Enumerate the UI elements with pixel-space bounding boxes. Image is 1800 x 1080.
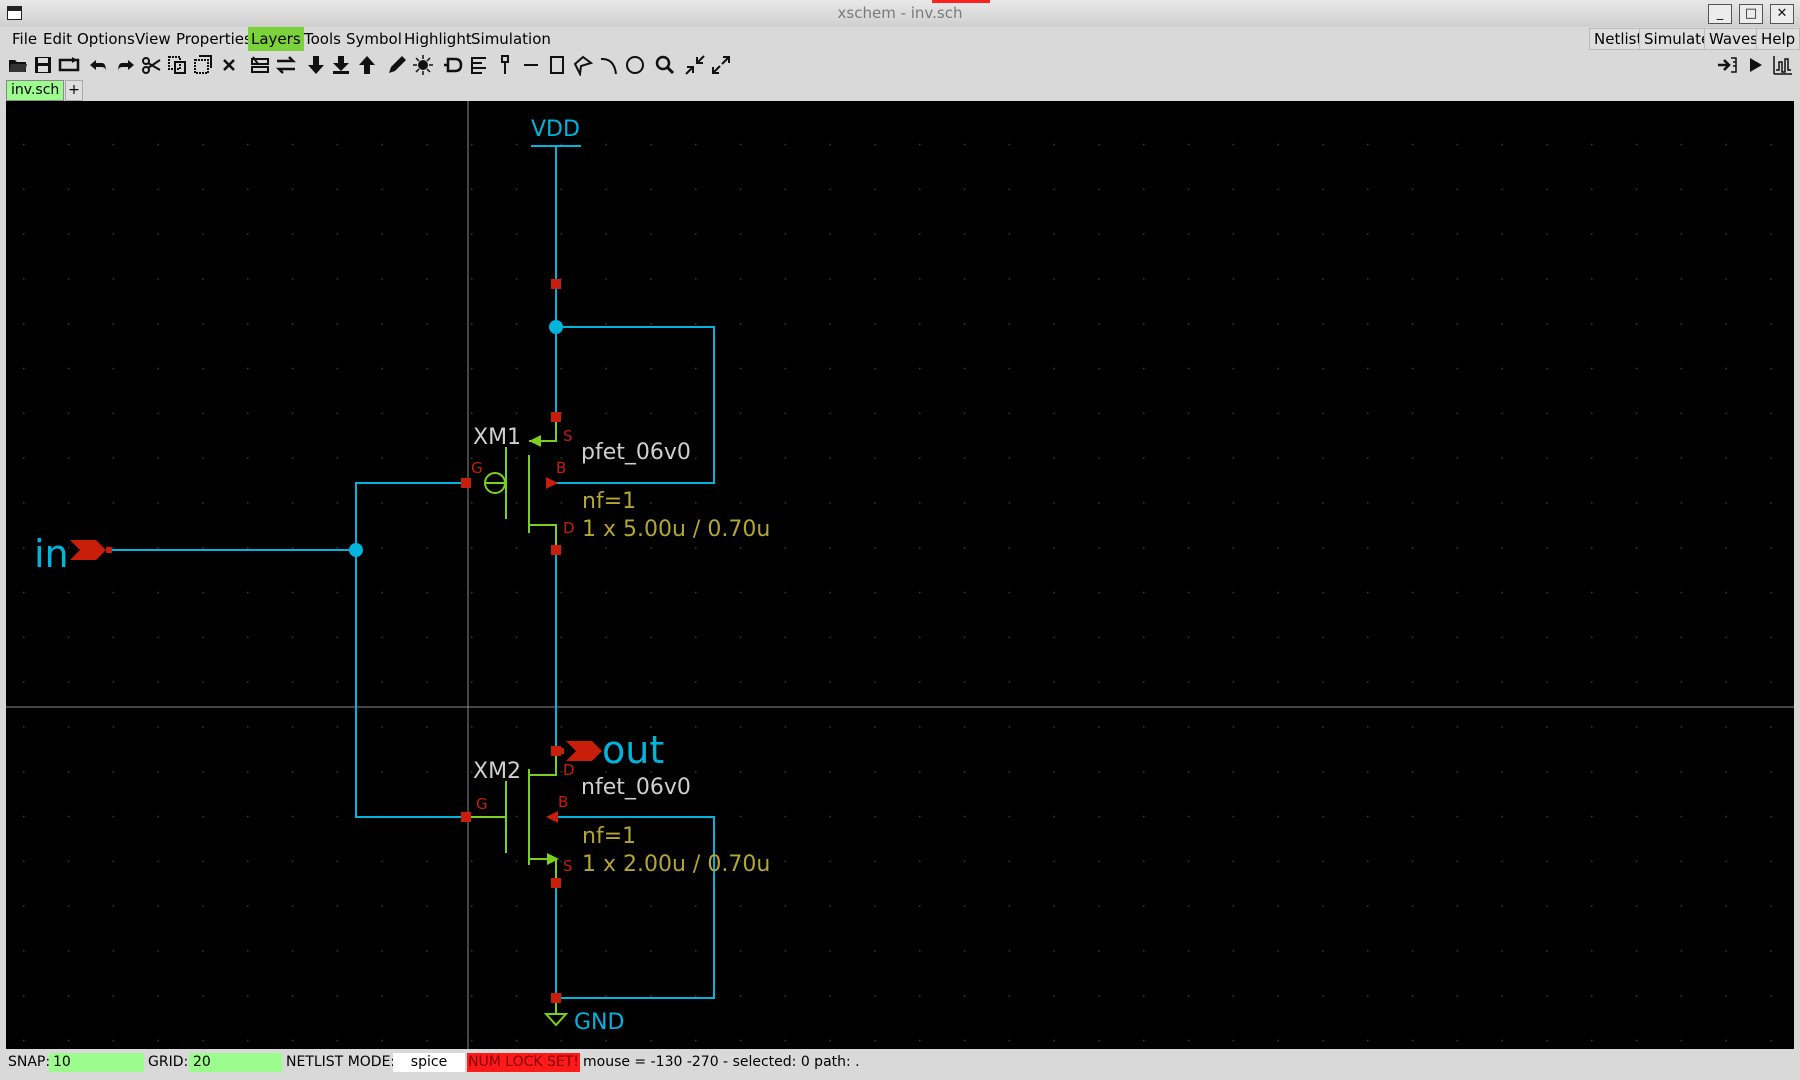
netlist-mode-label: NETLIST MODE: bbox=[286, 1054, 396, 1070]
reload-icon[interactable] bbox=[58, 54, 80, 76]
xm1-pin-s: S bbox=[563, 427, 573, 445]
duplicate-icon[interactable] bbox=[192, 54, 214, 76]
gnd-pin-square bbox=[551, 993, 561, 1003]
numlock-warning: NUM LOCK SET! bbox=[467, 1053, 580, 1072]
pencil-icon[interactable] bbox=[386, 54, 408, 76]
xm1-model: pfet_06v0 bbox=[581, 440, 691, 465]
tab-inv-sch[interactable]: inv.sch bbox=[6, 80, 65, 101]
waves-button[interactable]: Waves bbox=[1704, 28, 1763, 50]
xm2-pin-g: G bbox=[476, 795, 488, 813]
xm1-pin-d: D bbox=[563, 519, 575, 537]
line-icon[interactable] bbox=[520, 54, 542, 76]
polygon-icon[interactable] bbox=[572, 54, 594, 76]
menu-edit[interactable]: Edit bbox=[40, 27, 75, 51]
push-down-symbol-icon[interactable] bbox=[330, 54, 352, 76]
snap-input[interactable]: 10 bbox=[49, 1053, 144, 1072]
insert-symbol-icon[interactable] bbox=[442, 54, 464, 76]
redo-icon[interactable] bbox=[114, 54, 136, 76]
circle-icon[interactable] bbox=[624, 54, 646, 76]
swap-icon[interactable] bbox=[275, 54, 297, 76]
canvas-grid bbox=[6, 101, 1794, 1049]
select-bus-icon[interactable] bbox=[249, 54, 271, 76]
junction-in bbox=[349, 543, 363, 557]
xm1-source-pin bbox=[551, 412, 561, 422]
status-bar: SNAP: 10 GRID: 20 NETLIST MODE: spice NU… bbox=[0, 1051, 1800, 1073]
menu-symbol[interactable]: Symbol bbox=[343, 27, 405, 51]
xm2-pin-s: S bbox=[563, 857, 573, 875]
mouse-info: mouse = -130 -270 - selected: 0 path: . bbox=[583, 1054, 860, 1070]
minimize-button[interactable]: _ bbox=[1708, 4, 1732, 24]
xm2-gate-pin bbox=[461, 812, 471, 822]
toolbar bbox=[0, 51, 1800, 81]
junction-vdd bbox=[549, 320, 563, 334]
netlist-arrow-icon[interactable] bbox=[1716, 54, 1738, 76]
xm2-nf: nf=1 bbox=[582, 824, 636, 849]
in-label: in bbox=[34, 532, 69, 576]
vdd-pin-square bbox=[551, 279, 561, 289]
menu-properties[interactable]: Properties bbox=[173, 27, 255, 51]
snap-label: SNAP: bbox=[8, 1054, 51, 1070]
xm1-pin-b: B bbox=[556, 459, 566, 477]
undo-icon[interactable] bbox=[88, 54, 110, 76]
place-text-icon[interactable] bbox=[468, 54, 490, 76]
xm1-nf: nf=1 bbox=[582, 489, 636, 514]
zoom-fit-icon[interactable] bbox=[710, 54, 732, 76]
schematic-canvas[interactable]: VDD GND in out XM1 pfet_06v0 nf=1 1 x 5.… bbox=[6, 101, 1794, 1049]
grid-input[interactable]: 20 bbox=[189, 1053, 282, 1072]
xm1-size: 1 x 5.00u / 0.70u bbox=[582, 517, 770, 542]
place-pin-icon[interactable] bbox=[494, 54, 516, 76]
gnd-label: GND bbox=[574, 1010, 624, 1035]
menu-options[interactable]: Options bbox=[74, 27, 138, 51]
rect-icon[interactable] bbox=[546, 54, 568, 76]
zoom-full-icon[interactable] bbox=[684, 54, 706, 76]
xm2-name: XM2 bbox=[473, 759, 521, 784]
xm1-gate-pin bbox=[461, 478, 471, 488]
xm2-source-pin bbox=[551, 878, 561, 888]
title-bar: xschem - inv.sch _ □ ✕ bbox=[0, 0, 1800, 28]
vdd-label: VDD bbox=[531, 117, 580, 142]
menu-file[interactable]: File bbox=[9, 27, 40, 51]
go-up-icon[interactable] bbox=[356, 54, 378, 76]
window-title: xschem - inv.sch bbox=[837, 4, 963, 22]
out-label: out bbox=[602, 728, 664, 772]
xm1-name: XM1 bbox=[473, 425, 521, 450]
push-down-icon[interactable] bbox=[305, 54, 327, 76]
xm2-pin-b: B bbox=[558, 793, 568, 811]
xm2-model: nfet_06v0 bbox=[581, 775, 691, 800]
grid-label: GRID: bbox=[148, 1054, 189, 1070]
cut-icon[interactable] bbox=[140, 54, 162, 76]
menu-layers[interactable]: Layers bbox=[248, 27, 304, 51]
xm2-pin-d: D bbox=[563, 761, 575, 779]
delete-icon[interactable] bbox=[218, 54, 240, 76]
run-icon[interactable] bbox=[1744, 54, 1766, 76]
out-pin-connector bbox=[554, 748, 564, 754]
close-button[interactable]: ✕ bbox=[1770, 4, 1794, 24]
help-button[interactable]: Help bbox=[1756, 28, 1800, 50]
arc-icon[interactable] bbox=[598, 54, 620, 76]
waves-icon[interactable] bbox=[1772, 54, 1794, 76]
copy-icon[interactable] bbox=[166, 54, 188, 76]
xm1-pin-g: G bbox=[471, 459, 483, 477]
tab-bar: inv.sch + bbox=[0, 80, 1800, 101]
menu-bar: File Edit Options View Properties Layers… bbox=[0, 27, 1800, 52]
menu-simulation[interactable]: Simulation bbox=[468, 27, 554, 51]
in-pin-connector bbox=[106, 547, 112, 553]
open-icon[interactable] bbox=[7, 54, 29, 76]
xm1-drain-pin bbox=[551, 545, 561, 555]
highlight-icon[interactable] bbox=[412, 54, 434, 76]
menu-view[interactable]: View bbox=[132, 27, 174, 51]
xm2-size: 1 x 2.00u / 0.70u bbox=[582, 852, 770, 877]
save-icon[interactable] bbox=[32, 54, 54, 76]
maximize-button[interactable]: □ bbox=[1739, 4, 1763, 24]
menu-highlight[interactable]: Highlight bbox=[401, 27, 475, 51]
netlist-mode-value[interactable]: spice bbox=[393, 1053, 465, 1072]
menu-tools[interactable]: Tools bbox=[301, 27, 344, 51]
add-tab-button[interactable]: + bbox=[65, 80, 83, 101]
zoom-icon[interactable] bbox=[654, 54, 676, 76]
title-accent-mark bbox=[932, 0, 990, 3]
